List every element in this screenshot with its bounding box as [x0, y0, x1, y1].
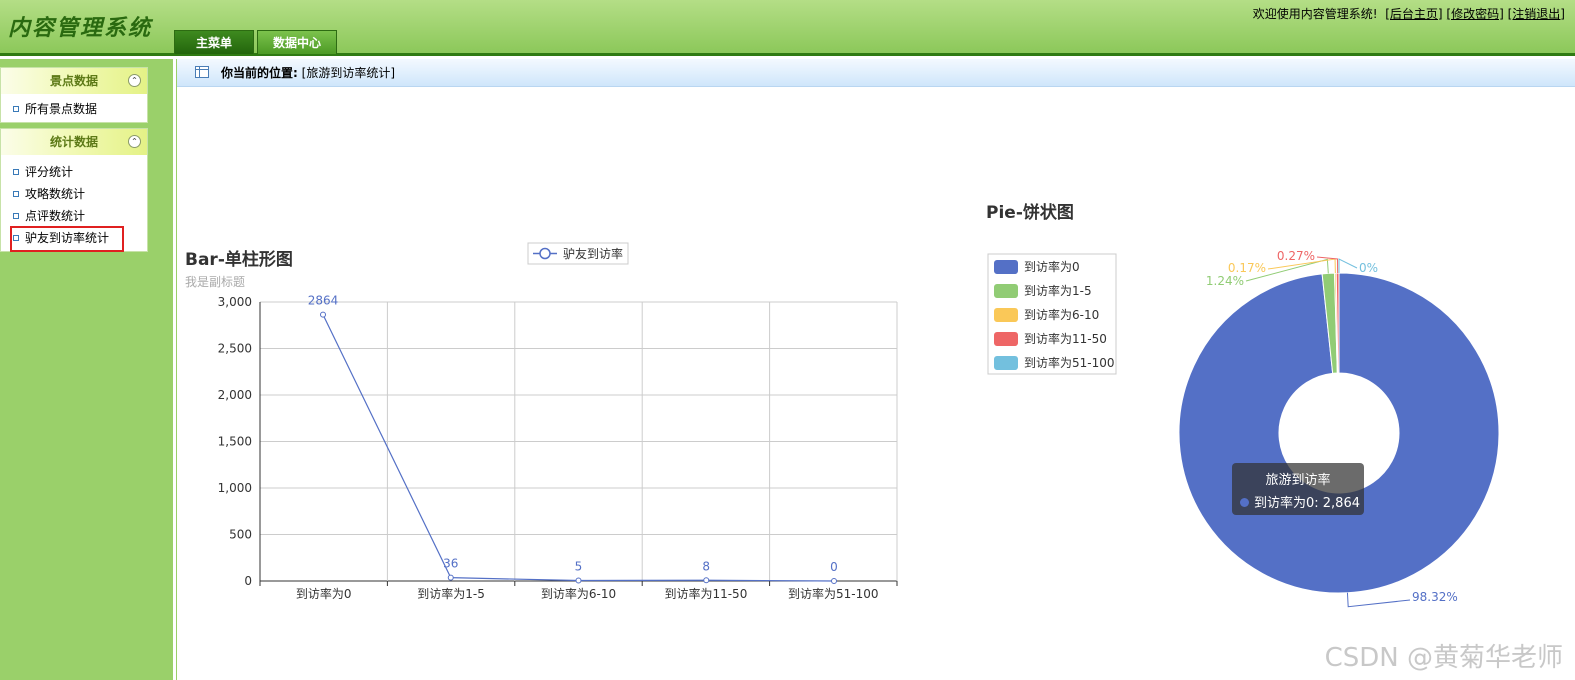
sidebar-panel-scenic: 景点数据 ⌃ 所有景点数据	[0, 67, 148, 123]
tooltip-text: 到访率为0: 2,864	[1254, 496, 1360, 511]
sidebar-item-label: 点评数统计	[25, 209, 86, 223]
sidebar-item-rating-stats[interactable]: 评分统计	[1, 161, 147, 183]
bullet-icon	[13, 106, 19, 112]
welcome-text: 欢迎使用内容管理系统!	[1252, 7, 1378, 21]
breadcrumb-label: 你当前的位置:	[221, 66, 298, 80]
bullet-icon	[13, 213, 19, 219]
sidebar-panel-title: 景点数据	[49, 74, 98, 88]
watermark: CSDN @黄菊华老师	[1324, 643, 1563, 673]
sidebar-item-all-scenic[interactable]: 所有景点数据	[1, 98, 147, 120]
sidebar-item-guide-stats[interactable]: 攻略数统计	[1, 183, 147, 205]
logout-link[interactable]: [注销退出]	[1508, 7, 1565, 21]
tooltip-title: 旅游到访率	[1265, 473, 1331, 488]
pie-tooltip: 旅游到访率 到访率为0: 2,864	[1232, 463, 1364, 515]
selection-highlight-box	[10, 226, 124, 252]
sidebar-item-review-stats[interactable]: 点评数统计	[1, 205, 147, 227]
sidebar-item-label: 评分统计	[25, 165, 74, 179]
bullet-icon	[13, 191, 19, 197]
app-logo-title: 内容管理系统	[8, 15, 153, 41]
sidebar-panel-header[interactable]: 景点数据 ⌃	[1, 68, 147, 94]
collapse-icon[interactable]: ⌃	[128, 74, 141, 87]
main-content: 你当前的位置: [旅游到访率统计]	[176, 59, 1575, 680]
line-chart-title: Bar-单柱形图	[185, 250, 293, 270]
breadcrumb-value: [旅游到访率统计]	[301, 66, 396, 80]
sidebar-panel-header[interactable]: 统计数据 ⌃	[1, 129, 147, 155]
bullet-icon	[13, 169, 19, 175]
sidebar: 景点数据 ⌃ 所有景点数据 统计数据 ⌃ 评分统计 攻略数统计 点评数统计 驴友…	[0, 59, 173, 680]
sidebar-item-label: 所有景点数据	[25, 102, 98, 116]
top-header: 内容管理系统 主菜单 数据中心 欢迎使用内容管理系统! [后台主页] [修改密码…	[0, 0, 1575, 56]
breadcrumb: 你当前的位置: [旅游到访率统计]	[177, 59, 1575, 87]
tab-data-center[interactable]: 数据中心	[257, 30, 337, 54]
tab-main-menu[interactable]: 主菜单	[174, 30, 254, 54]
top-nav: 欢迎使用内容管理系统! [后台主页] [修改密码] [注销退出]	[1253, 5, 1565, 22]
pie-chart-title: Pie-饼状图	[986, 203, 1074, 223]
main-tabs: 主菜单 数据中心	[174, 30, 340, 54]
change-password-link[interactable]: [修改密码]	[1446, 7, 1503, 21]
layout-icon	[195, 66, 209, 78]
line-chart-subtitle: 我是副标题	[185, 275, 246, 289]
sidebar-panel-title: 统计数据	[49, 135, 98, 149]
tooltip-dot-icon	[1240, 498, 1249, 507]
home-link[interactable]: [后台主页]	[1385, 7, 1442, 21]
sidebar-item-label: 攻略数统计	[25, 187, 86, 201]
collapse-icon[interactable]: ⌃	[128, 135, 141, 148]
